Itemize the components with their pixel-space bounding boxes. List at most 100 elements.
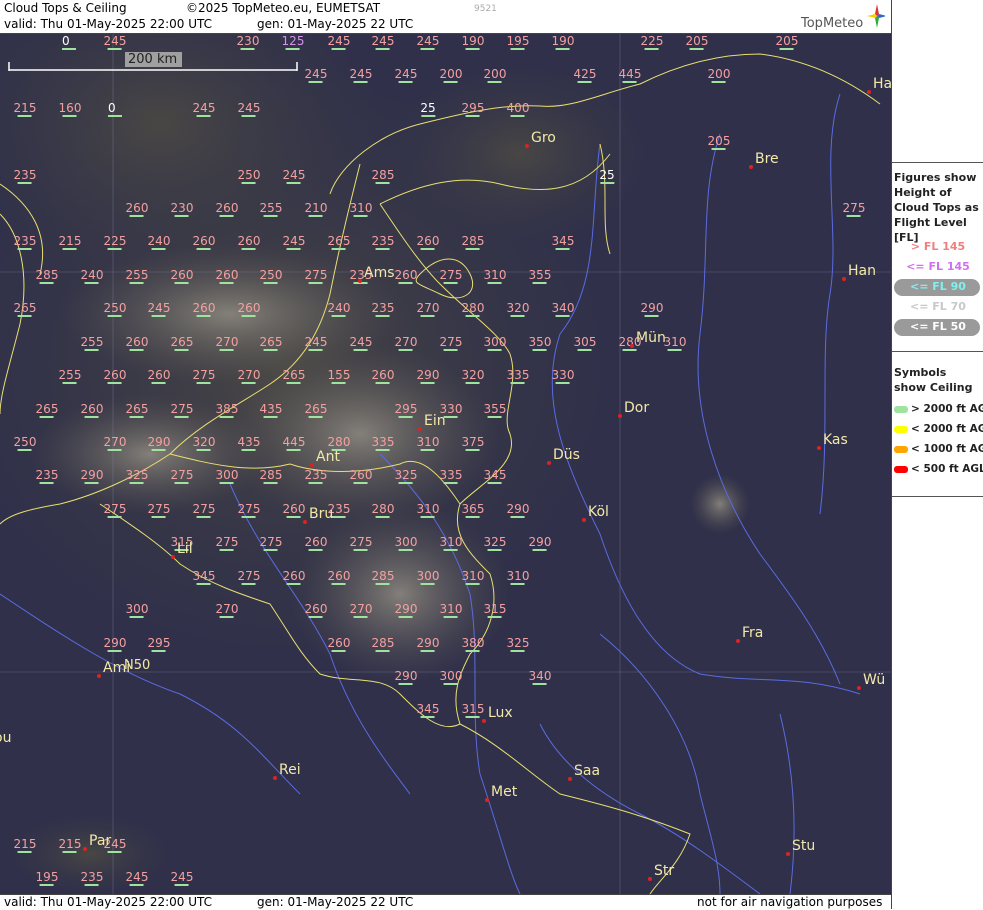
cloud-top-value: 400 [506, 101, 530, 115]
legend-ceiling-item: < 2000 ft AGL [894, 423, 983, 435]
ceiling-symbol [152, 449, 166, 451]
ceiling-symbol [399, 616, 413, 618]
ceiling-symbol [466, 315, 480, 317]
cloud-top-value: 260 [103, 368, 127, 382]
city-label[interactable]: Ami [97, 660, 130, 678]
ceiling-symbol [197, 315, 211, 317]
city-label[interactable]: Gro [525, 130, 556, 148]
ceiling-symbol [511, 48, 525, 50]
cloud-top-label: 260 [328, 636, 350, 652]
cloud-top-value: 245 [170, 870, 194, 884]
cloud-top-value: 245 [304, 67, 328, 81]
cloud-top-value: 270 [349, 602, 373, 616]
city-label[interactable]: Düs [547, 447, 580, 465]
cloud-top-label: 205 [708, 134, 730, 150]
city-label[interactable]: Rei [273, 762, 301, 780]
city-marker-icon [749, 165, 753, 169]
cloud-top-label: 255 [59, 368, 81, 384]
cloud-top-value: 210 [304, 201, 328, 215]
city-label[interactable]: Stu [786, 838, 815, 856]
ceiling-symbol [108, 449, 122, 451]
cloud-top-label: 355 [483, 402, 507, 418]
cloud-top-value: 290 [147, 435, 171, 449]
cloud-top-value: 355 [483, 402, 507, 416]
cloud-top-label: 315 [462, 702, 484, 718]
cloud-top-value: 245 [103, 34, 127, 48]
city-label[interactable]: Ha [867, 76, 891, 94]
city-label[interactable]: Bru [303, 506, 333, 524]
city-label[interactable]: Par [83, 833, 111, 851]
ceiling-symbol [444, 549, 458, 551]
cloud-top-value: 245 [192, 101, 216, 115]
brand-name: TopMeteo [801, 16, 864, 31]
cloud-top-label: 275 [148, 502, 170, 518]
city-label[interactable]: Saa [568, 763, 600, 781]
city-label[interactable]: Ein [418, 413, 446, 431]
ceiling-symbol [780, 48, 794, 50]
city-marker-icon [547, 461, 551, 465]
cloud-top-label: 350 [529, 335, 551, 351]
cloud-top-label: 245 [283, 234, 305, 250]
ceiling-symbol [511, 516, 525, 518]
ceiling-symbol [578, 349, 592, 351]
cloud-top-label: 285 [260, 468, 282, 484]
city-label[interactable]: Met [485, 784, 517, 802]
ceiling-symbol [63, 248, 77, 250]
city-label[interactable]: Wü [857, 672, 885, 690]
city-label[interactable]: Ams [358, 265, 395, 283]
cloud-top-value: 200 [483, 67, 507, 81]
cloud-top-label: 270 [238, 368, 260, 384]
topmeteo-logo[interactable]: TopMeteo [795, 2, 887, 32]
ceiling-symbol [466, 650, 480, 652]
cloud-top-value: 260 [215, 268, 239, 282]
city-marker-icon [582, 518, 586, 522]
cloud-top-value: 260 [237, 234, 261, 248]
city-label[interactable]: Kas [817, 432, 848, 450]
cloud-top-value: 340 [551, 301, 575, 315]
cloud-top-value: 290 [640, 301, 664, 315]
cloud-top-label: 250 [260, 268, 282, 284]
cloud-top-value: 260 [282, 502, 306, 516]
cloud-top-value: 245 [147, 301, 171, 315]
city-label[interactable]: Mün [630, 330, 666, 348]
ceiling-symbol [488, 282, 502, 284]
ceiling-symbol [18, 449, 32, 451]
cloud-top-value: 240 [147, 234, 171, 248]
city-label[interactable]: Ant [310, 449, 340, 467]
ceiling-symbol [242, 115, 256, 117]
city-label[interactable]: Lux [482, 705, 513, 723]
cloud-top-value: 0 [108, 101, 116, 115]
city-label[interactable]: Fra [736, 625, 763, 643]
ceiling-symbol [287, 382, 301, 384]
city-label[interactable]: Han [842, 263, 876, 281]
header: Cloud Tops & Ceiling ©2025 TopMeteo.eu, … [0, 0, 891, 34]
cloud-top-label: 280 [462, 301, 484, 317]
city-marker-icon [817, 446, 821, 450]
cloud-top-label: 325 [484, 535, 506, 551]
cloud-top-value: 275 [192, 368, 216, 382]
cloud-top-value: 245 [327, 34, 351, 48]
cloud-top-label: 375 [462, 435, 484, 451]
cloud-top-value: 190 [551, 34, 575, 48]
city-label[interactable]: Dor [618, 400, 649, 418]
city-label[interactable]: Köl [582, 504, 609, 522]
city-label[interactable]: ou [0, 730, 11, 746]
cloud-top-label: 190 [462, 34, 484, 50]
cloud-top-value: 230 [170, 201, 194, 215]
legend-ceiling-item: < 1000 ft AGL [894, 443, 983, 455]
ceiling-symbol [242, 583, 256, 585]
ceiling-symbol [376, 248, 390, 250]
cloud-top-label: 245 [126, 870, 148, 886]
cloud-top-label: 275 [193, 502, 215, 518]
city-label[interactable]: Bre [749, 151, 779, 169]
cloud-top-label: 310 [417, 502, 439, 518]
city-name: Rei [279, 762, 301, 778]
cloud-top-label: 260 [81, 402, 103, 418]
city-label[interactable]: Str [648, 863, 674, 881]
city-label[interactable]: Lil [171, 541, 193, 559]
cloud-top-value: 235 [13, 234, 37, 248]
ceiling-label: < 500 ft AGL [911, 463, 983, 475]
cloud-top-value: 25 [599, 168, 615, 182]
satellite-map[interactable]: 200 km N50 0 245 230 125 245 245 245 190 195 190 2… [0, 34, 891, 894]
cloud-top-label: 335 [372, 435, 394, 451]
